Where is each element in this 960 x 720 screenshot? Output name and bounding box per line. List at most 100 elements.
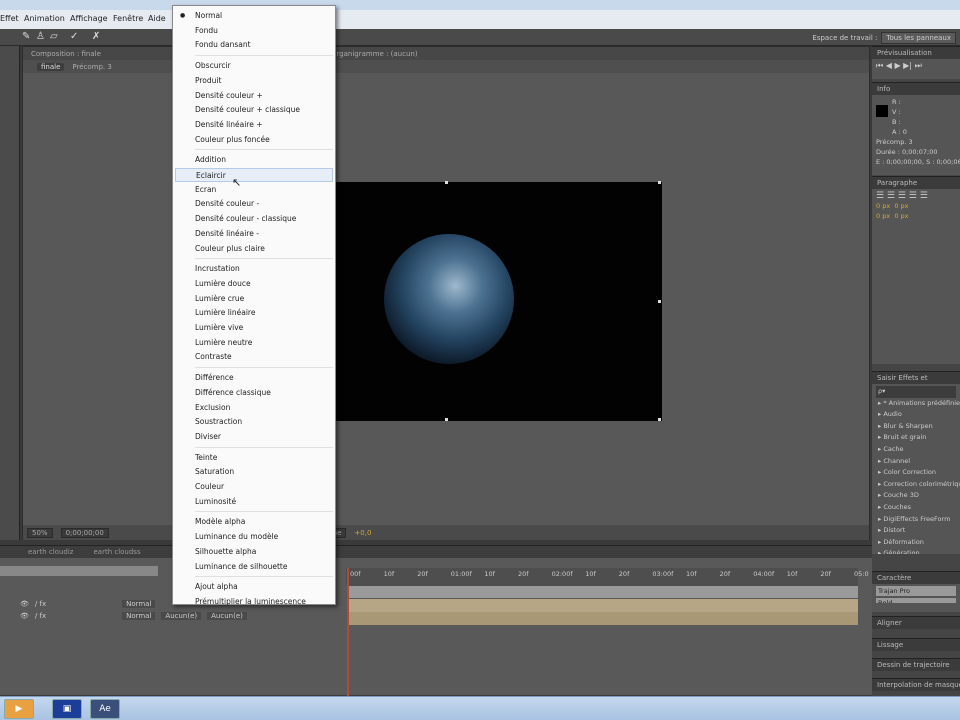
space-before-field[interactable]: 0 px [894, 202, 908, 210]
preview-panel-tab[interactable]: Prévisualisation [872, 46, 960, 59]
workspace-dropdown[interactable]: Tous les panneaux [881, 31, 956, 44]
effect-category[interactable]: ▸ Distort [876, 525, 956, 537]
mask-interpolation-panel-tab[interactable]: Interpolation de masque [872, 678, 960, 691]
track-matte-dropdown[interactable]: Aucun(e) [161, 612, 202, 620]
blend-mode-item[interactable]: Soustraction [175, 415, 333, 429]
layer-duration-bar[interactable] [348, 599, 858, 612]
character-panel-tab[interactable]: Caractère [872, 571, 960, 584]
blend-mode-item[interactable]: Lumière crue [175, 292, 333, 306]
blend-mode-item[interactable]: Addition [175, 153, 333, 167]
blend-mode-item[interactable]: Densité couleur + classique [175, 103, 333, 117]
exposure-value[interactable]: +0,0 [354, 529, 371, 537]
blend-mode-item[interactable]: Teinte [175, 451, 333, 465]
timeline-tab[interactable]: earth cloudss [93, 548, 140, 556]
roto-brush-icon[interactable]: ✓ [70, 31, 78, 42]
blend-mode-item[interactable]: Diviser [175, 430, 333, 444]
effect-category[interactable]: ▸ DigiEffects FreeForm [876, 514, 956, 526]
blend-mode-item[interactable]: Contraste [175, 350, 333, 364]
tab-saisir[interactable]: Saisir [877, 374, 896, 382]
effect-category[interactable]: ▸ Déformation [876, 537, 956, 549]
paragraph-panel-tab[interactable]: Paragraphe [872, 176, 960, 189]
after-effects-task-icon[interactable]: Ae [90, 699, 120, 719]
info-panel-tab[interactable]: Info [872, 82, 960, 95]
mode-dropdown[interactable]: Normal [122, 612, 156, 620]
subtab-finale[interactable]: finale [37, 62, 65, 71]
blend-mode-item[interactable]: Couleur plus claire [175, 242, 333, 256]
fx-icon[interactable]: / fx [35, 600, 46, 608]
first-frame-icon[interactable]: ⏮ [876, 61, 883, 70]
effect-category[interactable]: ▸ Couches [876, 502, 956, 514]
indent-first-field[interactable]: 0 px [876, 212, 890, 220]
blend-mode-item[interactable]: Luminance de silhouette [175, 560, 333, 574]
next-frame-icon[interactable]: ▶| [903, 61, 912, 70]
blend-mode-item[interactable]: Densité linéaire - [175, 227, 333, 241]
blend-mode-item[interactable]: Densité couleur - classique [175, 212, 333, 226]
visibility-icon[interactable]: 👁 [20, 612, 29, 620]
blend-mode-item[interactable]: Saturation [175, 465, 333, 479]
effect-category[interactable]: ▸ Color Correction [876, 467, 956, 479]
blend-mode-item[interactable]: Densité couleur + [175, 89, 333, 103]
menu-effet[interactable]: Effet [0, 14, 19, 23]
effect-category[interactable]: ▸ Blur & Sharpen [876, 421, 956, 433]
layer-row[interactable]: 👁 / fx Normal Aucun(e) Aucun(e) [0, 610, 340, 622]
blend-mode-item[interactable]: Modèle alpha [175, 515, 333, 529]
zoom-dropdown[interactable]: 50% [27, 527, 53, 538]
prev-frame-icon[interactable]: ◀ [886, 61, 892, 70]
menu-fenetre[interactable]: Fenêtre [113, 14, 143, 23]
effect-category[interactable]: ▸ Bruit et grain [876, 432, 956, 444]
transform-handle[interactable] [445, 181, 448, 184]
blend-mode-item[interactable]: Couleur plus foncée [175, 133, 333, 147]
effect-category[interactable]: ▸ Génération [876, 548, 956, 554]
effect-category[interactable]: ▸ Correction colorimétrique [876, 479, 960, 491]
play-icon[interactable]: ▶ [894, 61, 900, 70]
blend-mode-item[interactable]: Différence [175, 371, 333, 385]
effect-category[interactable]: ▸ Couche 3D [876, 490, 956, 502]
motion-sketch-panel-tab[interactable]: Dessin de trajectoire [872, 658, 960, 671]
blend-mode-item[interactable]: Densité linéaire + [175, 118, 333, 132]
blend-mode-item[interactable]: Fondu dansant [175, 38, 333, 52]
current-time-indicator[interactable] [347, 568, 349, 696]
space-after-field[interactable]: 0 px [894, 212, 908, 220]
blend-mode-item[interactable]: ● Normal [175, 9, 333, 23]
blend-mode-item[interactable]: Lumière vive [175, 321, 333, 335]
eraser-tool-icon[interactable]: ▱ [50, 31, 58, 42]
last-frame-icon[interactable]: ⏭ [915, 61, 922, 70]
blend-mode-item[interactable]: Produit [175, 74, 333, 88]
menu-animation[interactable]: Animation [24, 14, 65, 23]
transform-handle[interactable] [658, 181, 661, 184]
menu-affichage[interactable]: Affichage [70, 14, 108, 23]
timeline-search-input[interactable] [0, 566, 158, 576]
blend-mode-item[interactable]: Lumière linéaire [175, 306, 333, 320]
pen-tool-icon[interactable]: ✎ [22, 31, 30, 42]
timecode-field[interactable]: 0;00;00;00 [60, 527, 109, 538]
subtab-precomp[interactable]: Précomp. 3 [72, 63, 111, 71]
flowchart-tab[interactable]: Organigramme : (aucun) [331, 50, 418, 58]
blend-mode-item[interactable]: Différence classique [175, 386, 333, 400]
blend-mode-item[interactable]: Densité couleur - [175, 197, 333, 211]
font-dropdown[interactable]: Trajan Pro [876, 586, 956, 596]
blend-mode-item[interactable]: Eclaircir [175, 168, 333, 182]
smoother-panel-tab[interactable]: Lissage [872, 638, 960, 651]
transform-handle[interactable] [445, 418, 448, 421]
font-style-dropdown[interactable]: Bold [876, 598, 956, 603]
parent-dropdown[interactable]: Aucun(e) [207, 612, 247, 620]
menu-aide[interactable]: Aide [148, 14, 166, 23]
blend-mode-item[interactable]: Obscurcir [175, 59, 333, 73]
effect-category[interactable]: ▸ Audio [876, 409, 956, 421]
blend-mode-item[interactable]: Lumière neutre [175, 336, 333, 350]
align-buttons-icon[interactable]: ☰ ☰ ☰ ☰ ☰ [876, 191, 956, 201]
blend-mode-item[interactable]: Ecran [175, 183, 333, 197]
effect-category[interactable]: ▸ * Animations prédéfinies [876, 398, 960, 410]
transform-handle[interactable] [658, 418, 661, 421]
align-panel-tab[interactable]: Aligner [872, 616, 960, 629]
blend-mode-item[interactable]: Luminosité [175, 495, 333, 509]
app-task-icon[interactable]: ▣ [52, 699, 82, 719]
visibility-icon[interactable]: 👁 [20, 600, 29, 608]
blend-mode-item[interactable]: Lumière douce [175, 277, 333, 291]
blend-mode-item[interactable]: Luminance du modèle [175, 530, 333, 544]
media-player-task-icon[interactable]: ▶ [4, 699, 34, 719]
effect-category[interactable]: ▸ Cache [876, 444, 956, 456]
fx-icon[interactable]: / fx [35, 612, 46, 620]
composition-viewer[interactable] [336, 181, 662, 421]
stamp-tool-icon[interactable]: ♙ [36, 31, 45, 42]
